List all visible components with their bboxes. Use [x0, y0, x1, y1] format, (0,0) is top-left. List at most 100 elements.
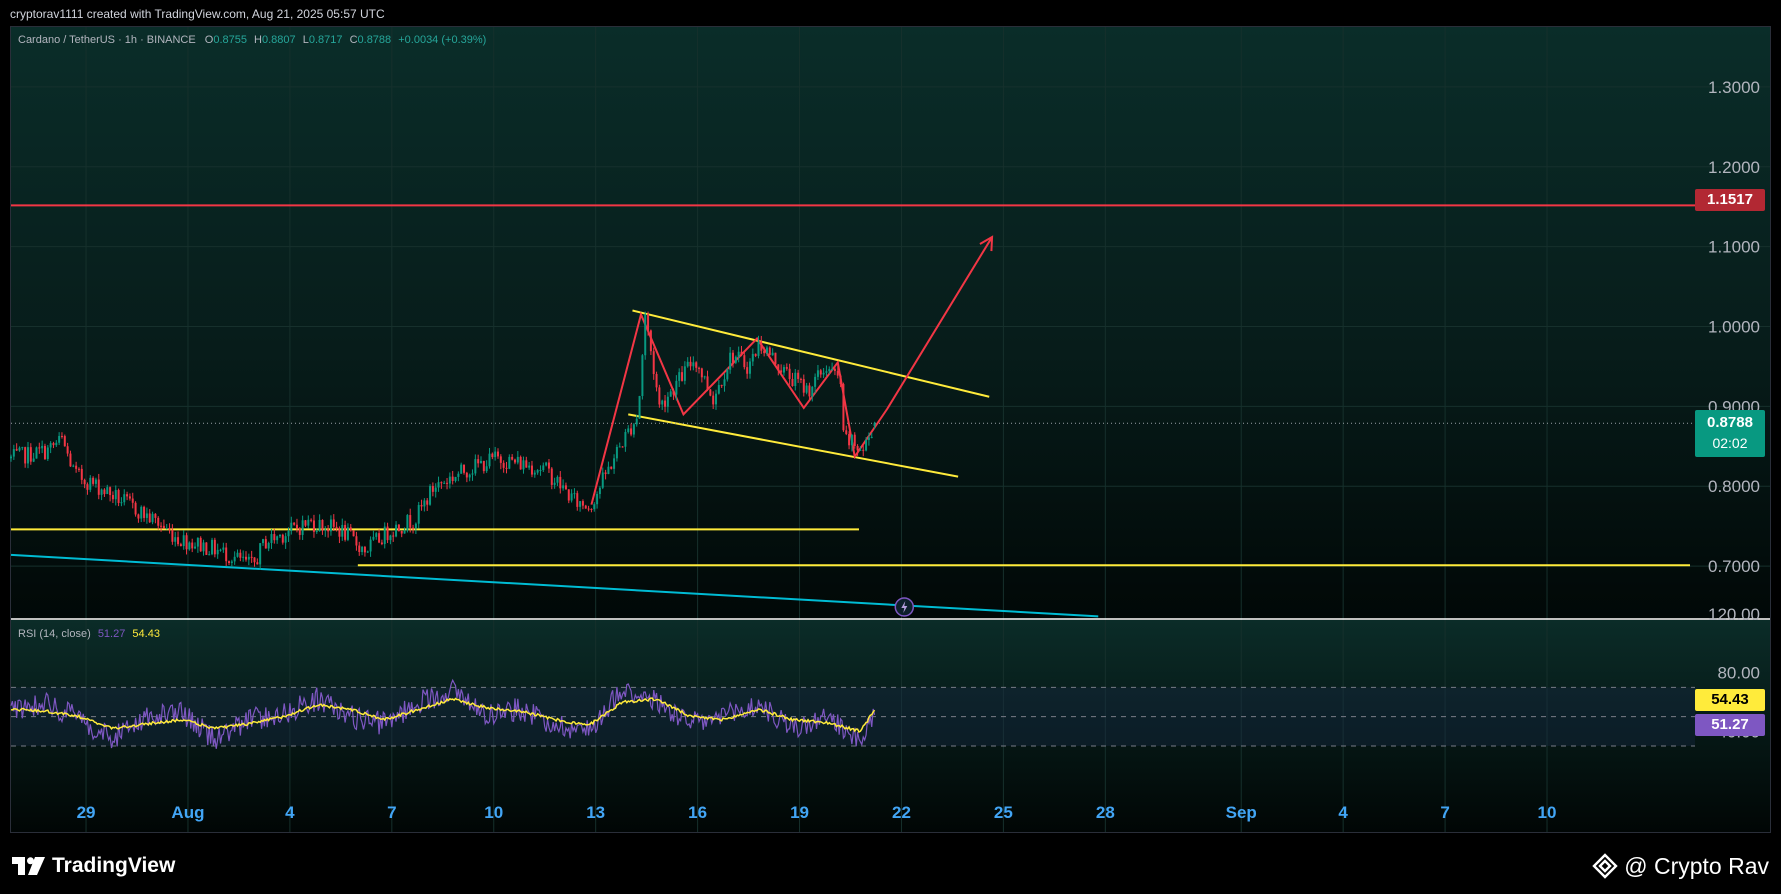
candle-body — [590, 508, 593, 510]
candle-body — [341, 524, 344, 537]
candle-body — [765, 347, 768, 354]
date-tick-label: 4 — [1338, 803, 1348, 822]
rsi-price-label: 51.27 — [1695, 714, 1765, 736]
rsi-tick-label: 80.00 — [1717, 664, 1760, 683]
symbol-legend[interactable]: Cardano / TetherUS · 1h · BINANCE O0.875… — [18, 34, 486, 46]
candle-body — [128, 496, 131, 499]
candle-body — [216, 549, 219, 555]
candle-body — [562, 485, 565, 489]
candle-body — [437, 482, 440, 488]
price-tick-label: 1.0000 — [1708, 317, 1760, 336]
candle-body — [678, 372, 681, 381]
candle-body — [463, 464, 466, 473]
candle-body — [423, 500, 426, 507]
candle-body — [182, 535, 185, 547]
candle-body — [502, 462, 505, 468]
candle-body — [208, 554, 211, 556]
candle-body — [355, 536, 358, 546]
candle-body — [547, 462, 550, 469]
candle-body — [488, 453, 491, 467]
price-tick-label: 0.8000 — [1708, 477, 1760, 496]
candle-body — [573, 493, 576, 495]
candle-body — [219, 549, 222, 551]
candle-body — [760, 341, 763, 351]
candle-body — [550, 468, 553, 485]
candle-body — [715, 393, 718, 405]
candle-body — [873, 423, 876, 426]
candle-body — [174, 537, 177, 542]
candle-body — [780, 370, 783, 373]
candle-body — [72, 465, 75, 467]
author-watermark: @ Crypto Rav — [1592, 852, 1769, 880]
tradingview-logo[interactable]: TradingView — [12, 852, 175, 880]
candle-body — [446, 482, 449, 484]
candle-body — [545, 462, 548, 466]
date-tick-label: 4 — [285, 803, 295, 822]
candle-body — [788, 368, 791, 380]
candle-body — [375, 533, 378, 537]
candle-body — [652, 351, 655, 375]
candle-body — [870, 436, 873, 438]
candle-body — [324, 529, 327, 531]
candle-body — [508, 456, 511, 469]
candle-body — [658, 387, 661, 405]
candle-body — [799, 378, 802, 380]
candle-body — [60, 435, 63, 437]
candle-body — [287, 530, 290, 537]
candle-body — [38, 447, 41, 449]
candle-body — [624, 431, 627, 447]
candle-body — [768, 347, 771, 356]
candle-body — [681, 372, 684, 381]
candle-body — [712, 395, 715, 405]
candle-body — [536, 470, 539, 473]
candle-body — [43, 445, 46, 460]
last-price-label: 0.8788 02:02 — [1695, 410, 1765, 457]
candle-body — [805, 385, 808, 393]
candle-body — [276, 536, 279, 541]
candle-body — [491, 453, 494, 458]
candle-body — [344, 524, 347, 540]
candle-body — [763, 350, 766, 354]
candle-body — [865, 439, 868, 451]
candle-body — [35, 447, 38, 459]
candle-body — [717, 385, 720, 394]
candle-body — [743, 355, 746, 368]
candle-body — [245, 556, 248, 560]
candle-body — [754, 353, 757, 356]
candle-body — [111, 495, 114, 500]
candle-body — [86, 484, 89, 490]
candle-body — [598, 487, 601, 494]
candle-body — [168, 528, 171, 530]
candle-body — [10, 456, 12, 459]
candle-body — [247, 556, 250, 560]
rsi-tick-label: 120.00 — [1708, 605, 1760, 624]
candle-body — [706, 376, 709, 390]
candle-body — [655, 374, 658, 388]
candle-body — [290, 522, 293, 531]
candle-body — [366, 551, 369, 553]
candle-body — [556, 476, 559, 483]
price-tick-label: 0.7000 — [1708, 557, 1760, 576]
candle-body — [103, 489, 106, 495]
candle-body — [239, 552, 242, 558]
candle-body — [828, 369, 831, 372]
candle-body — [771, 352, 774, 356]
candle-body — [845, 430, 848, 435]
chart-canvas[interactable]: 29 Aug 4 7 10 13 16 19 22 25 28 Sep 4 7 10 1.3000 1.2000… — [0, 0, 1781, 894]
candle-body — [273, 534, 276, 541]
candle-body — [698, 367, 701, 369]
candle-body — [465, 472, 468, 478]
candle-body — [389, 535, 392, 541]
candle-body — [185, 535, 188, 550]
candle-body — [75, 465, 78, 469]
date-tick-label: 29 — [77, 803, 96, 822]
candle-body — [213, 539, 216, 555]
candle-body — [635, 418, 638, 425]
candle-body — [361, 546, 364, 552]
rsi-legend[interactable]: RSI (14, close) 51.27 54.43 — [18, 628, 160, 640]
candle-body — [363, 546, 366, 553]
candle-body — [729, 352, 732, 370]
candle-body — [395, 524, 398, 537]
candle-body — [162, 525, 165, 529]
candle-body — [675, 380, 678, 395]
